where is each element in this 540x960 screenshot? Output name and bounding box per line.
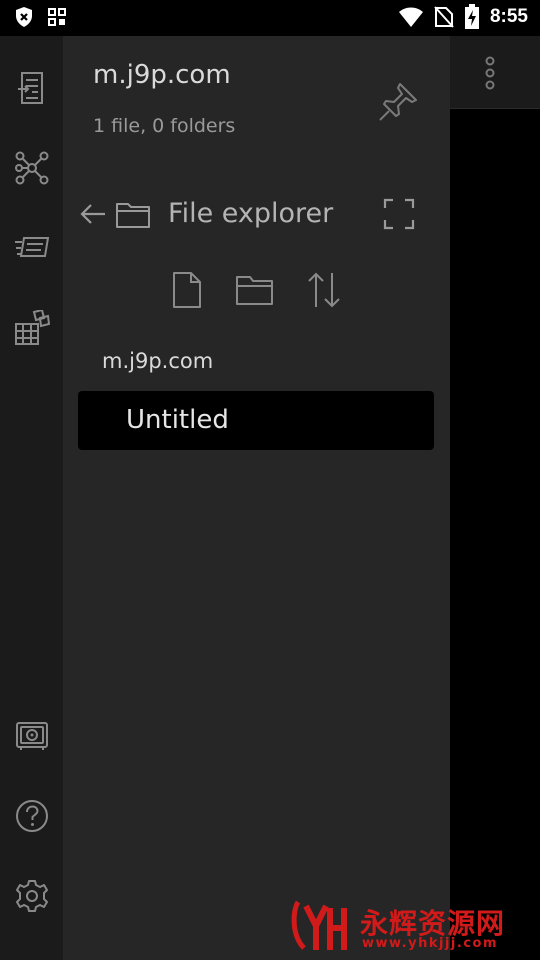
more-options-icon[interactable] bbox=[480, 56, 500, 90]
watermark-logo: 永辉资源网 www.yhkjjj.com bbox=[290, 896, 540, 960]
watermark-url: www.yhkjjj.com bbox=[362, 936, 499, 951]
wifi-icon bbox=[398, 7, 423, 27]
back-arrow-icon[interactable] bbox=[79, 200, 109, 228]
tree-root-folder[interactable]: m.j9p.com bbox=[102, 349, 213, 373]
new-folder-icon[interactable] bbox=[235, 273, 275, 307]
vault-stats: 1 file, 0 folders bbox=[93, 115, 236, 137]
pin-icon[interactable] bbox=[376, 80, 420, 124]
battery-charging-icon bbox=[464, 4, 479, 29]
vault-name[interactable]: m.j9p.com bbox=[93, 60, 231, 90]
shield-x-icon bbox=[16, 7, 32, 27]
sort-icon[interactable] bbox=[306, 271, 342, 309]
file-explorer-title: File explorer bbox=[168, 198, 334, 229]
open-note-icon[interactable] bbox=[12, 68, 52, 108]
graph-view-icon[interactable] bbox=[12, 148, 52, 188]
vault-icon[interactable] bbox=[12, 716, 52, 756]
yh-logo-icon bbox=[291, 900, 347, 950]
help-icon[interactable] bbox=[12, 796, 52, 836]
folder-icon bbox=[116, 203, 150, 228]
expand-icon[interactable] bbox=[383, 198, 415, 230]
tree-file-label: Untitled bbox=[126, 405, 229, 435]
tree-file-item[interactable]: Untitled bbox=[78, 391, 434, 450]
file-explorer-drawer: m.j9p.com 1 file, 0 folders File explore… bbox=[63, 36, 450, 960]
editor-pane[interactable] bbox=[450, 36, 540, 960]
slides-icon[interactable] bbox=[12, 228, 52, 268]
grid-icon bbox=[48, 8, 66, 26]
no-sim-icon bbox=[434, 6, 454, 28]
plugins-icon[interactable] bbox=[12, 308, 52, 348]
clock: 8:55 bbox=[489, 6, 528, 27]
editor-header bbox=[450, 36, 540, 109]
settings-icon[interactable] bbox=[12, 876, 52, 916]
file-explorer-header: File explorer bbox=[79, 190, 439, 238]
file-explorer-actions bbox=[63, 268, 450, 312]
status-bar: 8:55 bbox=[0, 0, 540, 36]
new-note-icon[interactable] bbox=[171, 271, 203, 309]
ribbon bbox=[0, 36, 63, 960]
